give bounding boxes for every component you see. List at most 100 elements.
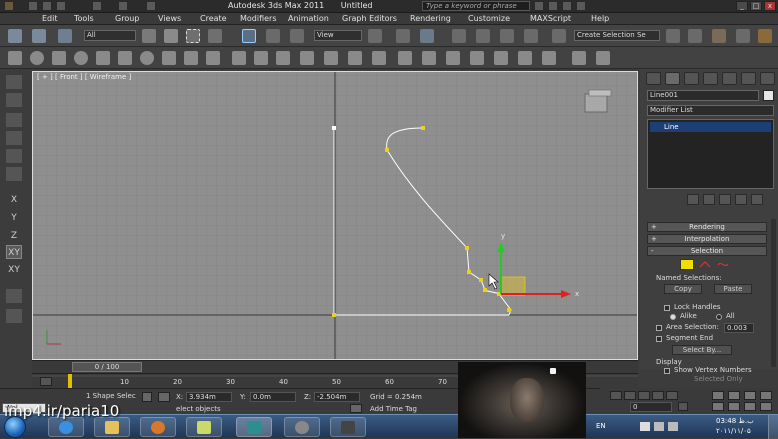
chamfer-cyl-icon[interactable] — [470, 51, 484, 65]
render-setup-icon[interactable] — [758, 29, 772, 43]
close-button[interactable]: x — [764, 1, 776, 11]
select-object-icon[interactable] — [142, 29, 156, 43]
current-frame-field[interactable]: 0 — [630, 402, 672, 412]
play-icon[interactable] — [638, 391, 650, 400]
settings-tool-icon[interactable] — [6, 93, 22, 107]
menu-animation[interactable]: Animation — [288, 14, 329, 23]
object-name-field[interactable]: Line001 — [647, 90, 759, 101]
modify-tab-icon[interactable] — [665, 72, 680, 85]
taskbar-chart-app[interactable] — [186, 417, 222, 437]
menu-customize[interactable]: Customize — [468, 14, 510, 23]
axis-y-button[interactable]: Y — [6, 211, 22, 225]
tray-time[interactable]: 03:48 ب.ظ — [716, 417, 754, 425]
project-folder-icon[interactable] — [146, 1, 156, 11]
open-file-icon[interactable] — [42, 1, 52, 11]
snaps-toggle-icon[interactable] — [452, 29, 466, 43]
minimize-button[interactable]: _ — [736, 1, 748, 11]
time-config-icon[interactable] — [678, 402, 688, 411]
front-viewport[interactable]: y x [ + ] [ Front ] [ Wireframe ] — [32, 71, 638, 360]
torus-icon[interactable] — [74, 51, 88, 65]
paint-tool-icon[interactable] — [6, 131, 22, 145]
show-vertex-numbers-checkbox[interactable] — [664, 368, 670, 374]
pan-icon[interactable] — [728, 402, 740, 411]
utilities-tab-icon[interactable] — [741, 72, 756, 85]
taskbar-explorer[interactable] — [94, 417, 130, 437]
search-input[interactable]: Type a keyword or phrase — [422, 1, 530, 11]
menu-rendering[interactable]: Rendering — [410, 14, 451, 23]
tray-volume-icon[interactable] — [668, 422, 678, 431]
percent-snap-icon[interactable] — [500, 29, 514, 43]
tray-network-icon[interactable] — [654, 422, 664, 431]
menu-group[interactable]: Group — [115, 14, 139, 23]
geosphere-icon[interactable] — [140, 51, 154, 65]
oil-tank-icon[interactable] — [324, 51, 338, 65]
time-tag-icon[interactable] — [350, 404, 362, 413]
rectangular-selection-icon[interactable] — [186, 29, 200, 43]
ring-wave-icon[interactable] — [398, 51, 412, 65]
show-end-result-icon[interactable] — [703, 194, 715, 205]
absolute-mode-icon[interactable] — [158, 392, 170, 402]
named-selection-dropdown[interactable]: Create Selection Se — [574, 30, 660, 41]
axis-x-button[interactable]: X — [6, 193, 22, 207]
curve-editor-icon[interactable] — [736, 29, 750, 43]
search-icon[interactable] — [534, 1, 544, 11]
zoom-region-icon[interactable] — [744, 391, 756, 400]
configure-sets-icon[interactable] — [751, 194, 763, 205]
select-tool-icon[interactable] — [6, 75, 22, 89]
remove-modifier-icon[interactable] — [735, 194, 747, 205]
time-slider[interactable]: 0 / 100 — [72, 362, 142, 372]
menu-modifiers[interactable]: Modifiers — [240, 14, 277, 23]
menu-edit[interactable]: Edit — [42, 14, 58, 23]
box-icon[interactable] — [8, 51, 22, 65]
area-selection-checkbox[interactable] — [656, 325, 662, 331]
go-to-end-icon[interactable] — [666, 391, 678, 400]
teapot-icon[interactable] — [96, 51, 110, 65]
menu-create[interactable]: Create — [200, 14, 227, 23]
unlink-icon[interactable] — [32, 29, 46, 43]
menu-help[interactable]: Help — [591, 14, 609, 23]
window-crossing-icon[interactable] — [208, 29, 222, 43]
select-move-icon[interactable] — [242, 29, 256, 43]
select-by-name-icon[interactable] — [164, 29, 178, 43]
dots-tool-icon[interactable] — [6, 309, 22, 323]
segment-end-checkbox[interactable] — [656, 336, 662, 342]
selection-rollout[interactable]: - Selection — [647, 246, 767, 256]
viewport-canvas[interactable]: y x — [33, 72, 638, 360]
stack-item-line[interactable]: Line — [650, 122, 771, 132]
create-tab-icon[interactable] — [646, 72, 661, 85]
zoom-icon[interactable] — [760, 391, 772, 400]
vertex-mode-icon[interactable] — [680, 259, 694, 270]
capsule-icon[interactable] — [300, 51, 314, 65]
maxscript-listener-icon[interactable] — [40, 377, 52, 386]
taskbar-ie[interactable] — [48, 417, 84, 437]
axis-z-button[interactable]: Z — [6, 229, 22, 243]
prism-icon[interactable] — [422, 51, 436, 65]
new-file-icon[interactable] — [28, 1, 38, 11]
selection-filter-dropdown[interactable]: All — [84, 30, 136, 41]
favorites-icon[interactable] — [562, 1, 572, 11]
help-icon[interactable] — [576, 1, 586, 11]
taskbar-camera[interactable] — [284, 417, 320, 437]
tray-language[interactable]: EN — [596, 422, 606, 430]
c-ext-icon[interactable] — [542, 51, 556, 65]
area-selection-value[interactable]: 0.003 — [724, 323, 754, 333]
motion-tab-icon[interactable] — [703, 72, 718, 85]
rendering-rollout[interactable]: + Rendering — [647, 222, 767, 232]
torus-knot-icon[interactable] — [446, 51, 460, 65]
taskbar-recorder[interactable] — [330, 417, 366, 437]
menu-maxscript[interactable]: MAXScript — [530, 14, 571, 23]
menu-graph-editors[interactable]: Graph Editors — [342, 14, 397, 23]
pyramid-icon[interactable] — [184, 51, 198, 65]
object-color-swatch[interactable] — [763, 90, 774, 101]
selection-lock-icon[interactable] — [142, 392, 152, 402]
line-spline-icon[interactable] — [596, 51, 610, 65]
tray-date[interactable]: ۲۰۱۱/۱۱/۰۵ — [716, 427, 751, 435]
edit-named-selection-icon[interactable] — [552, 29, 566, 43]
plane-icon[interactable] — [206, 51, 220, 65]
chamfer-box-icon[interactable] — [254, 51, 268, 65]
grid-object-icon[interactable] — [276, 51, 290, 65]
zoom-all-icon[interactable] — [728, 391, 740, 400]
show-desktop-button[interactable] — [768, 415, 778, 439]
spinner-snap-icon[interactable] — [524, 29, 538, 43]
redo-icon[interactable] — [118, 1, 128, 11]
